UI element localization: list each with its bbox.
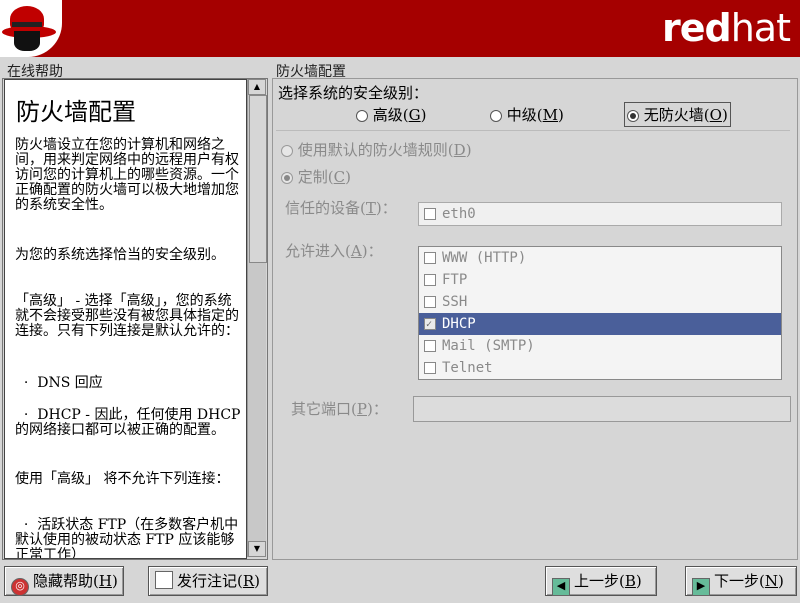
help-paragraph: 为您的系统选择恰当的安全级别。 <box>15 247 225 263</box>
allow-incoming-list[interactable]: WWW (HTTP) FTP SSH DHCP Mail (SMTP) Teln… <box>418 246 782 380</box>
help-paragraph: 「高级」 - 选择「高级」，您的系统就不会接受那些没有被您具体指定的连接。只有下… <box>15 293 239 339</box>
document-icon <box>155 571 173 589</box>
list-item-dhcp[interactable]: DHCP <box>419 313 781 336</box>
list-item-ssh[interactable]: SSH <box>419 291 781 313</box>
arrow-left-icon: ◀ <box>552 578 570 596</box>
help-paragraph: · DNS 回应 <box>15 375 103 391</box>
help-paragraph: 使用「高级」 将不允许下列连接： <box>15 471 230 487</box>
arrow-right-icon: ▶ <box>692 578 710 596</box>
checkbox[interactable] <box>424 274 436 286</box>
shadowman-logo <box>0 0 62 57</box>
checkbox[interactable] <box>424 208 436 220</box>
level-prompt: 选择系统的安全级别： <box>278 84 429 102</box>
radio-indicator <box>627 110 639 122</box>
hide-help-button[interactable]: ◎ 隐藏帮助(H) <box>4 566 124 596</box>
lifebuoy-icon: ◎ <box>11 578 29 596</box>
help-paragraph: · 活跃状态 FTP（在多数客户机中默认使用的被动状态 FTP 应该能够正常工作… <box>15 517 239 559</box>
radio-indicator <box>356 110 368 122</box>
radio-level-high[interactable]: 高级(G) <box>356 104 427 125</box>
next-button[interactable]: ▶ 下一步(N) <box>685 566 797 596</box>
list-item-www[interactable]: WWW (HTTP) <box>419 247 781 269</box>
radio-indicator <box>281 172 293 184</box>
trusted-devices-list[interactable]: eth0 <box>418 202 782 226</box>
checkbox-checked[interactable] <box>424 314 436 336</box>
scroll-down-arrow-icon[interactable]: ▼ <box>248 541 266 557</box>
list-item[interactable]: eth0 <box>419 203 781 225</box>
scroll-up-arrow-icon[interactable]: ▲ <box>248 79 266 95</box>
radio-level-medium[interactable]: 中级(M) <box>490 104 564 125</box>
back-button[interactable]: ◀ 上一步(B) <box>545 566 657 596</box>
list-item-mail[interactable]: Mail (SMTP) <box>419 335 781 357</box>
help-paragraph: · DHCP - 因此，任何使用 DHCP 的网络接口都可以被正确的配置。 <box>15 407 245 438</box>
radio-indicator <box>281 145 293 157</box>
header-banner: redhat <box>0 0 800 57</box>
help-title: 防火墙配置 <box>16 98 136 126</box>
radio-customize[interactable]: 定制(C) <box>281 166 351 187</box>
scrollbar-thumb[interactable] <box>249 95 267 263</box>
radio-level-none[interactable]: 无防火墙(O) <box>624 102 731 127</box>
help-scrollbar[interactable]: ▲ ▼ <box>247 79 267 557</box>
checkbox[interactable] <box>424 296 436 308</box>
divider <box>276 130 790 131</box>
release-notes-button[interactable]: 发行注记(R) <box>148 566 268 596</box>
radio-use-default-rules[interactable]: 使用默认的防火墙规则(D) <box>281 139 472 160</box>
help-paragraph: 防火墙设立在您的计算机和网络之间，用来判定网络中的远程用户有权访问您的计算机上的… <box>15 137 239 213</box>
checkbox[interactable] <box>424 362 436 374</box>
checkbox[interactable] <box>424 252 436 264</box>
checkbox[interactable] <box>424 340 436 352</box>
trusted-devices-label: 信任的设备(T)： <box>285 199 397 217</box>
redhat-wordmark: redhat <box>662 6 791 50</box>
other-ports-label: 其它端口(P)： <box>291 400 388 418</box>
list-item-ftp[interactable]: FTP <box>419 269 781 291</box>
list-item-telnet[interactable]: Telnet <box>419 357 781 379</box>
help-content[interactable]: 防火墙配置 防火墙设立在您的计算机和网络之间，用来判定网络中的远程用户有权访问您… <box>4 79 247 559</box>
radio-indicator <box>490 110 502 122</box>
allow-incoming-label: 允许进入(A)： <box>285 242 383 260</box>
other-ports-input[interactable] <box>413 396 791 422</box>
